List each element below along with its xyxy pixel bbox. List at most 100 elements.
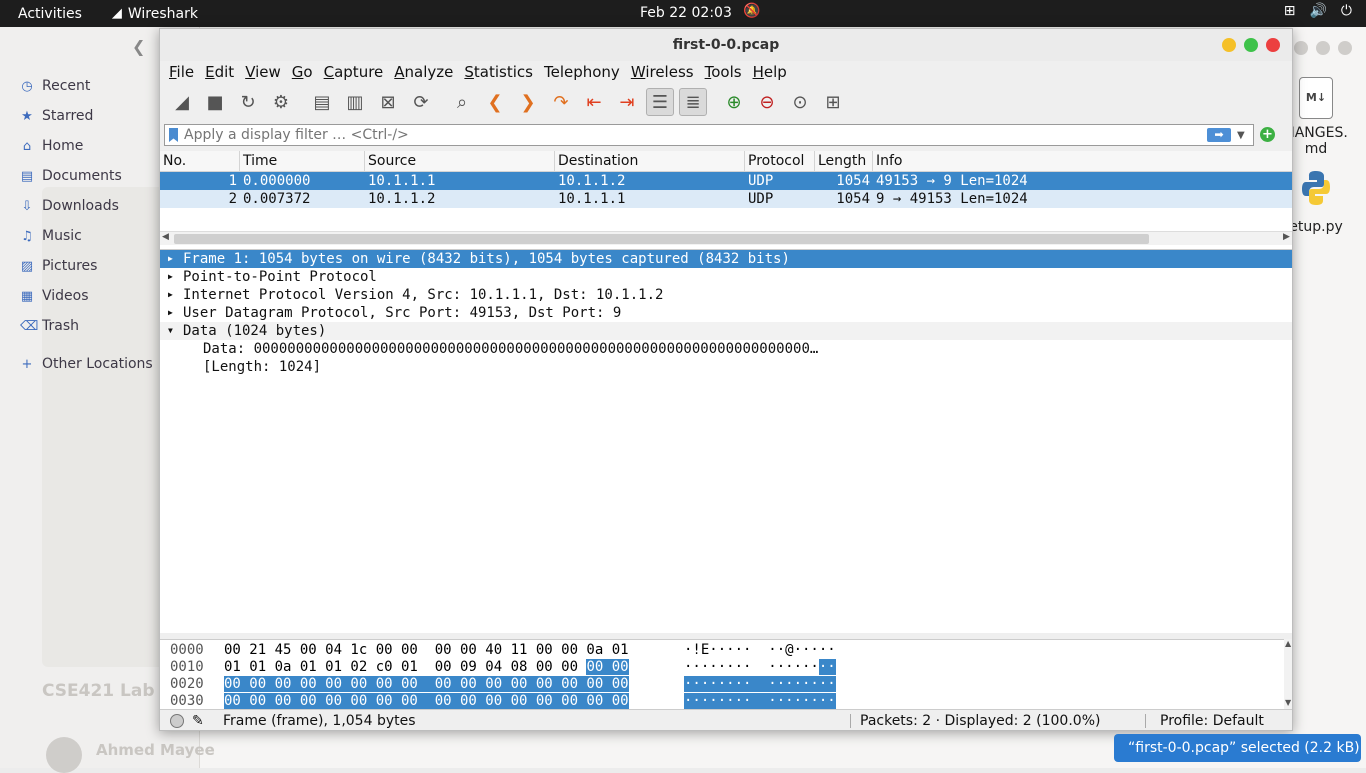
column-header-source[interactable]: Source: [365, 151, 555, 171]
menu-telephony[interactable]: Telephony: [535, 61, 620, 83]
menu-tools[interactable]: Tools: [696, 61, 742, 83]
zoom-normal-icon[interactable]: ⊙: [786, 88, 814, 116]
first-packet-icon[interactable]: ⇤: [580, 88, 608, 116]
packet-cell-len: 1054: [836, 173, 870, 189]
packet-row[interactable]: 2 0.007372 10.1.1.2 10.1.1.1 UDP 1054 9 → 4915…: [160, 190, 1292, 208]
sidebar-item-other-locations[interactable]: + Other Locations: [20, 356, 153, 372]
scrollbar-thumb[interactable]: [174, 234, 1149, 244]
menu-label: elp: [763, 63, 787, 81]
scroll-left-icon[interactable]: ◀: [162, 232, 169, 242]
find-packet-icon[interactable]: ⌕: [448, 88, 476, 116]
go-back-icon[interactable]: ❮: [481, 88, 509, 116]
system-tray[interactable]: ⊞ 🔊 ⏻: [1284, 3, 1352, 19]
column-header-destination[interactable]: Destination: [555, 151, 745, 171]
sidebar-item-videos[interactable]: ▦ Videos: [20, 288, 89, 304]
packet-row[interactable]: 1 0.000000 10.1.1.1 10.1.1.2 UDP 1054 49153 → …: [160, 172, 1292, 190]
back-icon[interactable]: ❮: [132, 37, 145, 56]
maximize-button[interactable]: [1244, 38, 1258, 52]
zoom-in-icon[interactable]: ⊕: [720, 88, 748, 116]
sidebar-item-starred[interactable]: ★ Starred: [20, 108, 93, 124]
ascii-bytes[interactable]: ········ ········: [684, 693, 836, 710]
clock-icon: ◷: [21, 78, 33, 94]
sidebar-item-label: Trash: [42, 318, 79, 334]
close-button[interactable]: [1266, 38, 1280, 52]
hex-bytes[interactable]: 00 21 45 00 04 1c 00 00 00 00 40 11 00 0…: [224, 642, 629, 659]
add-filter-button-icon[interactable]: +: [1260, 127, 1275, 142]
hex-bytes[interactable]: 00 00 00 00 00 00 00 00 00 00 00 00 00 0…: [224, 693, 629, 710]
sidebar-item-music[interactable]: ♫ Music: [20, 228, 82, 244]
menu-help[interactable]: Help: [744, 61, 787, 83]
packet-cell-time: 0.007372: [243, 191, 311, 207]
column-header-no[interactable]: No.: [160, 151, 240, 171]
status-profile[interactable]: Profile: Default: [1160, 710, 1264, 730]
resize-columns-icon[interactable]: ⊞: [819, 88, 847, 116]
volume-icon[interactable]: 🔊: [1309, 3, 1326, 19]
vertical-scrollbar[interactable]: ▲ ▼: [1284, 639, 1292, 709]
sidebar-item-documents[interactable]: ▤ Documents: [20, 168, 122, 184]
last-packet-icon[interactable]: ⇥: [613, 88, 641, 116]
scroll-down-icon[interactable]: ▼: [1285, 698, 1291, 707]
sidebar-item-recent[interactable]: ◷ Recent: [20, 78, 90, 94]
network-icon[interactable]: ⊞: [1284, 3, 1296, 19]
menu-view[interactable]: View: [236, 61, 281, 83]
go-to-packet-icon[interactable]: ↷: [547, 88, 575, 116]
ascii-bytes[interactable]: ········ ········: [684, 659, 836, 676]
colorize-icon[interactable]: ≣: [679, 88, 707, 116]
display-filter-input[interactable]: [178, 126, 1207, 144]
clock[interactable]: Feb 22 02:03: [640, 5, 732, 21]
star-icon: ★: [21, 108, 33, 124]
capture-options-icon[interactable]: ⚙: [267, 88, 295, 116]
hex-bytes[interactable]: 01 01 0a 01 01 02 c0 01 00 09 04 08 00 0…: [224, 659, 629, 676]
apply-filter-icon[interactable]: ➡: [1207, 128, 1231, 142]
tree-item-ip[interactable]: ▶ Internet Protocol Version 4, Src: 10.1…: [160, 286, 1292, 304]
menu-go[interactable]: Go: [283, 61, 313, 83]
stop-capture-icon[interactable]: ■: [201, 88, 229, 116]
column-header-info[interactable]: Info: [873, 151, 1292, 171]
app-menu[interactable]: ◢ Wireshark: [112, 6, 198, 22]
restart-capture-icon[interactable]: ↻: [234, 88, 262, 116]
minimize-button[interactable]: [1222, 38, 1236, 52]
sidebar-item-home[interactable]: ⌂ Home: [20, 138, 83, 154]
sidebar-item-pictures[interactable]: ▨ Pictures: [20, 258, 98, 274]
tree-item-data-length[interactable]: [Length: 1024]: [160, 358, 1292, 376]
tree-item-frame[interactable]: ▶ Frame 1: 1054 bytes on wire (8432 bits…: [160, 250, 1292, 268]
save-file-icon[interactable]: ▥: [341, 88, 369, 116]
sidebar-item-downloads[interactable]: ⇩ Downloads: [20, 198, 119, 214]
menu-statistics[interactable]: Statistics: [455, 61, 533, 83]
scroll-up-icon[interactable]: ▲: [1285, 639, 1291, 648]
zoom-out-icon[interactable]: ⊖: [753, 88, 781, 116]
chevron-down-icon[interactable]: ▼: [1237, 130, 1251, 141]
menu-wireless[interactable]: Wireless: [622, 61, 694, 83]
tree-item-data-value[interactable]: Data: 0000000000000000000000000000000000…: [160, 340, 1292, 358]
status-bar: ✎ Frame (frame), 1,054 bytes Packets: 2 …: [160, 709, 1292, 730]
ascii-bytes[interactable]: ·!E····· ··@·····: [684, 642, 836, 659]
menu-edit[interactable]: Edit: [196, 61, 234, 83]
scroll-right-icon[interactable]: ▶: [1283, 232, 1290, 242]
open-file-icon[interactable]: ▤: [308, 88, 336, 116]
go-forward-icon[interactable]: ❯: [514, 88, 542, 116]
column-header-protocol[interactable]: Protocol: [745, 151, 815, 171]
column-header-time[interactable]: Time: [240, 151, 365, 171]
tree-item-data[interactable]: ▼ Data (1024 bytes): [160, 322, 1292, 340]
sidebar-item-label: Videos: [42, 288, 89, 304]
menu-file[interactable]: File: [160, 61, 194, 83]
bookmark-icon[interactable]: [169, 128, 178, 142]
packet-cell-no: 1: [228, 173, 237, 189]
close-file-icon[interactable]: ⊠: [374, 88, 402, 116]
activities-button[interactable]: Activities: [18, 6, 82, 22]
expert-info-icon[interactable]: [170, 714, 184, 728]
horizontal-scrollbar[interactable]: ◀ ▶: [160, 231, 1292, 245]
ascii-bytes[interactable]: ········ ········: [684, 676, 836, 693]
menu-capture[interactable]: Capture: [315, 61, 384, 83]
edit-comment-icon[interactable]: ✎: [192, 710, 204, 730]
reload-file-icon[interactable]: ⟳: [407, 88, 435, 116]
menu-analyze[interactable]: Analyze: [385, 61, 453, 83]
power-icon[interactable]: ⏻: [1341, 3, 1352, 19]
sidebar-item-trash[interactable]: ⌫ Trash: [20, 318, 79, 334]
hex-bytes[interactable]: 00 00 00 00 00 00 00 00 00 00 00 00 00 0…: [224, 676, 629, 693]
tree-item-ppp[interactable]: ▶ Point-to-Point Protocol: [160, 268, 1292, 286]
tree-item-udp[interactable]: ▶ User Datagram Protocol, Src Port: 4915…: [160, 304, 1292, 322]
start-capture-icon[interactable]: ◢: [168, 88, 196, 116]
autoscroll-icon[interactable]: ☰: [646, 88, 674, 116]
column-header-length[interactable]: Length: [815, 151, 873, 171]
